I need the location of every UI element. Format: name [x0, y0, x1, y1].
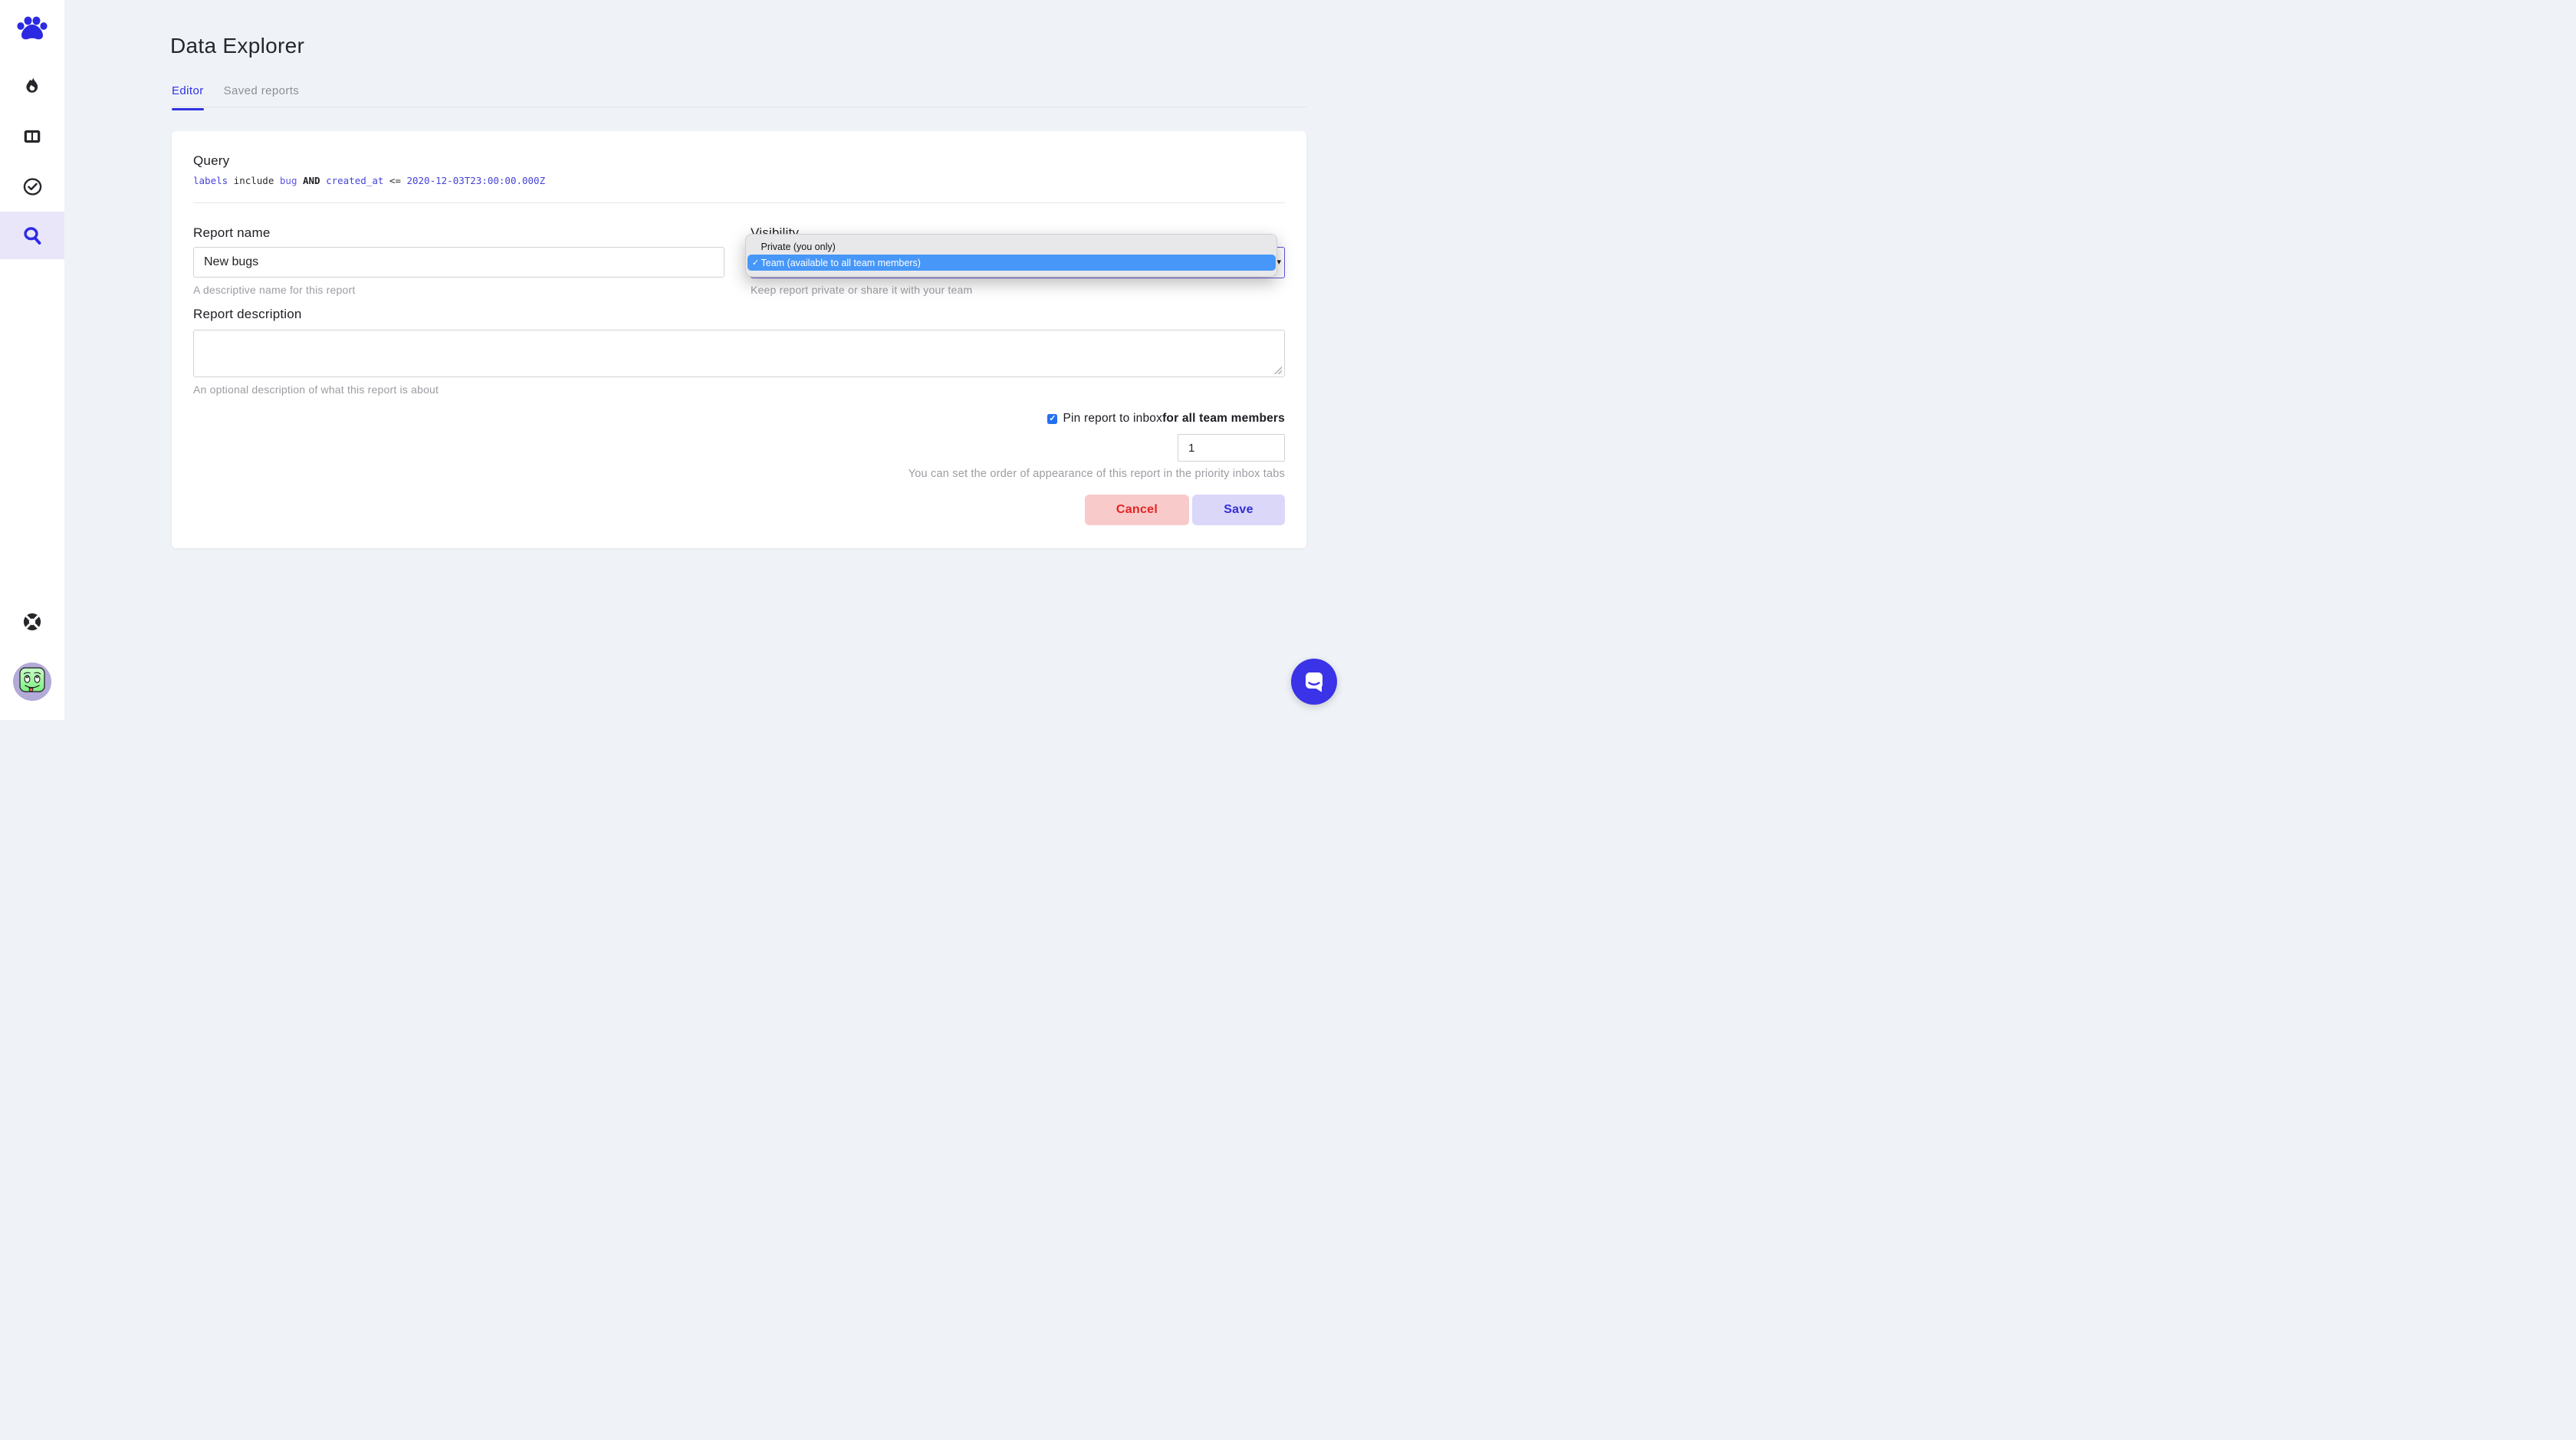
query-code: labels include bug AND created_at <= 202…: [193, 175, 545, 186]
user-avatar[interactable]: [12, 662, 52, 702]
report-name-help: A descriptive name for this report: [193, 284, 724, 296]
pin-report-row: ✓ Pin report to inbox for all team membe…: [1047, 412, 1285, 426]
sidebar-item-logo[interactable]: [0, 5, 64, 53]
option-label: Private (you only): [761, 242, 836, 252]
report-description-label: Report description: [193, 307, 302, 322]
visibility-dropdown-option[interactable]: ✓Team (available to all team members): [748, 255, 1276, 271]
chat-bubble-icon: [1302, 669, 1326, 694]
tab-saved-reports[interactable]: Saved reports: [224, 84, 300, 109]
page-title: Data Explorer: [170, 34, 304, 58]
pin-label: Pin report to inbox: [1063, 412, 1162, 426]
option-check-icon: ✓: [751, 258, 761, 268]
report-description-help: An optional description of what this rep…: [193, 383, 439, 396]
main-content: Data Explorer Editor Saved reports Query…: [64, 0, 1288, 720]
pin-checkbox[interactable]: ✓: [1047, 414, 1057, 424]
pin-order-input[interactable]: [1178, 434, 1285, 462]
tab-active-underline: [172, 108, 204, 111]
sidebar-item-board[interactable]: [0, 113, 64, 160]
checkbox-check-icon: ✓: [1049, 415, 1056, 423]
visibility-dropdown-option[interactable]: Private (you only): [748, 238, 1276, 255]
search-icon: [22, 225, 43, 246]
query-label: Query: [193, 153, 229, 169]
flame-icon: [22, 77, 42, 97]
board-icon: [22, 127, 42, 146]
section-divider: [193, 202, 1285, 203]
option-label: Team (available to all team members): [761, 258, 921, 268]
visibility-help: Keep report private or share it with you…: [751, 284, 972, 296]
sidebar-item-help[interactable]: [21, 611, 43, 633]
paw-logo-icon: [15, 14, 49, 44]
chat-launcher-button[interactable]: [1291, 659, 1337, 705]
check-circle-icon: [22, 176, 43, 197]
tab-editor[interactable]: Editor: [172, 84, 204, 109]
pin-label-bold: for all team members: [1162, 412, 1285, 426]
report-description-textarea[interactable]: [193, 330, 1285, 377]
select-caret-icon: ▾: [1276, 257, 1281, 267]
cancel-button[interactable]: Cancel: [1085, 495, 1189, 525]
avatar-monster-icon: [12, 662, 52, 702]
report-name-input[interactable]: [193, 247, 724, 278]
tab-bar: Editor Saved reports: [172, 84, 299, 109]
pin-order-help: You can set the order of appearance of t…: [909, 468, 1285, 480]
screen: Data Explorer Editor Saved reports Query…: [0, 0, 1288, 720]
sidebar-item-search[interactable]: [0, 212, 64, 259]
report-editor-card: Query labels include bug AND created_at …: [172, 131, 1306, 548]
visibility-dropdown: Private (you only)✓Team (available to al…: [745, 234, 1277, 277]
sidebar-item-tasks[interactable]: [0, 163, 64, 210]
report-name-label: Report name: [193, 225, 724, 241]
sidebar: [0, 0, 64, 720]
sidebar-item-hot[interactable]: [0, 63, 64, 110]
help-buoy-icon: [21, 611, 43, 633]
save-button[interactable]: Save: [1192, 495, 1285, 525]
